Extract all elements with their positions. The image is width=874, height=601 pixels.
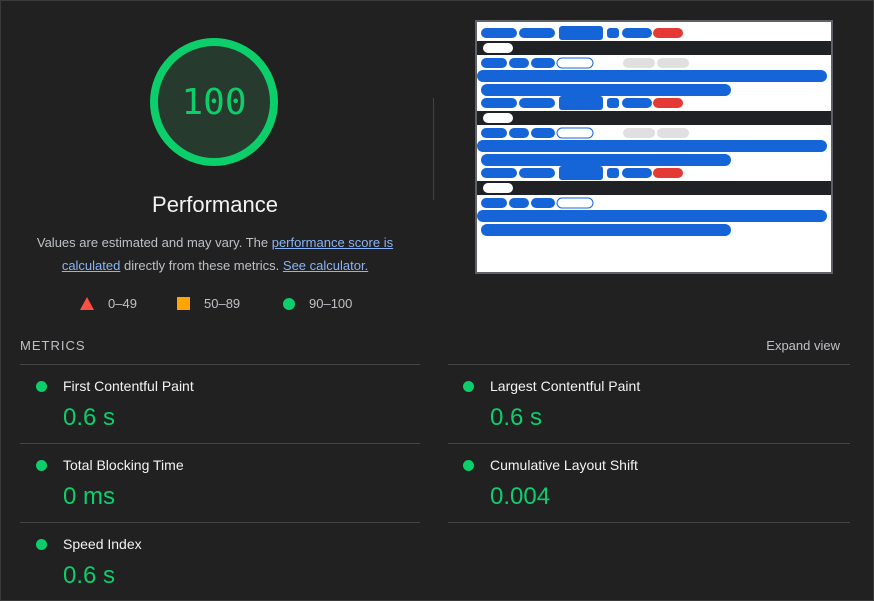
screenshot-preview-image xyxy=(477,22,831,272)
description-prefix: Values are estimated and may vary. The xyxy=(36,235,272,250)
metric-value: 0 ms xyxy=(63,483,116,510)
divider xyxy=(448,443,850,444)
metric-cumulative-layout-shift: Cumulative Layout Shift 0.004 xyxy=(447,447,837,517)
divider xyxy=(448,522,850,523)
pass-circle-icon xyxy=(36,460,47,471)
divider xyxy=(20,364,420,365)
metric-name: Speed Index xyxy=(63,536,142,552)
metric-speed-index: Speed Index 0.6 s xyxy=(20,526,410,596)
see-calculator-link[interactable]: See calculator. xyxy=(283,258,368,273)
metric-name: Largest Contentful Paint xyxy=(490,378,641,394)
triangle-icon xyxy=(80,297,94,310)
metric-total-blocking-time: Total Blocking Time 0 ms xyxy=(20,447,410,517)
metric-value: 0.004 xyxy=(490,483,551,510)
expand-view-button[interactable]: Expand view xyxy=(766,338,840,353)
divider xyxy=(20,522,420,523)
square-icon xyxy=(177,297,190,310)
divider xyxy=(448,364,850,365)
description-middle: directly from these metrics. xyxy=(120,258,283,273)
metric-largest-contentful-paint: Largest Contentful Paint 0.6 s xyxy=(447,368,837,438)
divider xyxy=(433,98,434,200)
metric-value: 0.6 s xyxy=(63,562,116,589)
metric-name: Total Blocking Time xyxy=(63,457,184,473)
score-gauge: 100 xyxy=(148,36,280,168)
legend-average: 50–89 xyxy=(177,296,240,311)
legend-pass: 90–100 xyxy=(283,296,352,311)
final-screenshot-thumbnail[interactable] xyxy=(475,20,833,274)
metrics-header: METRICS xyxy=(20,338,86,353)
circle-icon xyxy=(283,297,295,310)
legend-average-label: 50–89 xyxy=(204,296,241,311)
divider xyxy=(20,443,420,444)
pass-circle-icon xyxy=(463,460,474,471)
pass-circle-icon xyxy=(36,539,47,550)
metric-name: First Contentful Paint xyxy=(63,378,194,394)
metric-first-contentful-paint: First Contentful Paint 0.6 s xyxy=(20,368,410,438)
category-title: Performance xyxy=(152,192,278,217)
metric-name: Cumulative Layout Shift xyxy=(490,457,638,473)
pass-circle-icon xyxy=(463,381,474,392)
legend-fail: 0–49 xyxy=(80,296,137,311)
score-value: 100 xyxy=(181,81,247,123)
pass-circle-icon xyxy=(36,381,47,392)
legend-fail-label: 0–49 xyxy=(108,296,137,311)
legend-pass-label: 90–100 xyxy=(309,296,353,311)
score-description: Values are estimated and may vary. The p… xyxy=(20,231,410,277)
metric-value: 0.6 s xyxy=(490,404,543,431)
metric-value: 0.6 s xyxy=(63,404,116,431)
